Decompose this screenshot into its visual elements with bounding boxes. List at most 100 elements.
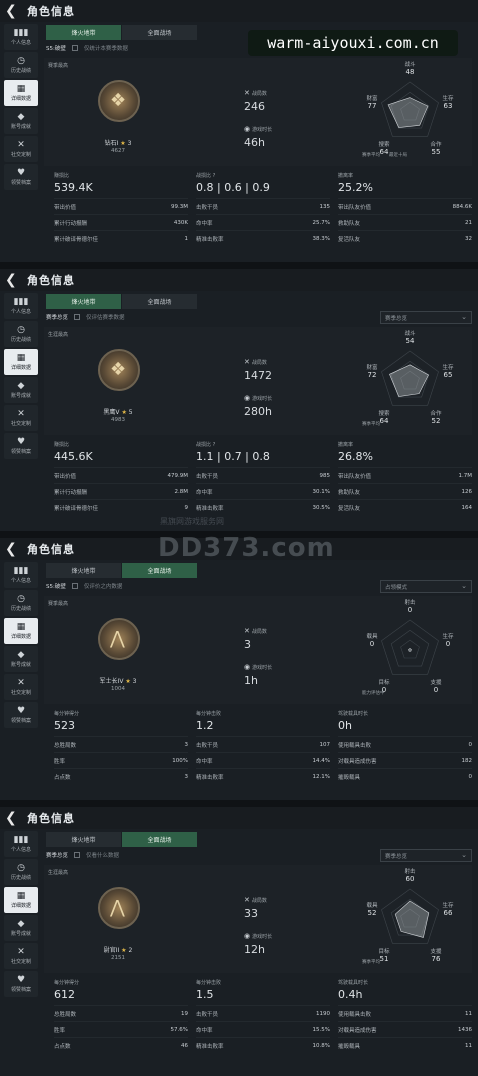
sidebar-item-2[interactable]: ▦ 详细数据: [4, 887, 38, 913]
column-header: 撤离率: [338, 442, 354, 448]
sidebar-item-1[interactable]: ◷ 历史战绩: [4, 52, 38, 78]
stat1-value: 3: [244, 638, 251, 651]
sidebar-item-5[interactable]: ♥ 领赞档案: [4, 971, 38, 997]
radar-value-right: 63: [444, 102, 453, 110]
stat-row: 精准击败率 38.3%: [196, 230, 330, 246]
sidebar-item-1[interactable]: ◷ 历史战绩: [4, 321, 38, 347]
rank-name-row: 钻石I ★ 3: [78, 138, 158, 147]
stat-row-value: 0: [468, 773, 473, 780]
tab-0[interactable]: 烽火地带: [46, 294, 121, 309]
sidebar-item-4[interactable]: ✕ 社交定制: [4, 943, 38, 969]
season-dropdown[interactable]: 赛季总览 ⌄: [380, 311, 472, 324]
sidebar-item-5[interactable]: ♥ 领赞档案: [4, 164, 38, 190]
sidebar-icon: ✕: [17, 947, 25, 957]
stat-row: 占点数 46: [54, 1037, 188, 1053]
tab-1[interactable]: 全面战场: [122, 832, 197, 847]
stat-row-value: 11: [465, 1010, 472, 1017]
career-label: 赛季最高: [48, 63, 69, 69]
sidebar-item-0[interactable]: ▮▮▮ 个人信息: [4, 293, 38, 319]
rank-name: 钻石I: [104, 140, 119, 147]
back-arrow-icon[interactable]: ❮: [5, 3, 21, 19]
rank-stars: 5: [128, 409, 133, 416]
tab-1[interactable]: 全面战场: [122, 294, 197, 309]
filter-checkbox[interactable]: [71, 583, 78, 589]
tab-0[interactable]: 烽火地带: [46, 832, 121, 847]
sidebar: ▮▮▮ 个人信息 ◷ 历史战绩 ▦ 详细数据 ◆ 账号成就 ✕ 社交定制 ♥ 领赞档案: [4, 562, 38, 728]
sidebar-icon: ▦: [16, 891, 26, 901]
sidebar-icon: ◷: [17, 56, 25, 66]
tab-0[interactable]: 烽火地带: [46, 25, 121, 40]
sidebar-item-label: 领赞档案: [10, 718, 31, 724]
rank-emblem-icon: ❖: [98, 80, 140, 122]
stat1-value: 1472: [244, 369, 272, 382]
sidebar-icon: ♥: [16, 437, 26, 447]
stat-row-label: 使用载具击败: [338, 1011, 372, 1018]
column-header: 赚损比: [54, 442, 70, 448]
filter-checkbox[interactable]: [74, 314, 81, 320]
stat-row: 使用载具击败 0: [338, 736, 472, 752]
stat-row: 带出价值 99.3M: [54, 198, 188, 214]
sidebar-icon: ◆: [17, 650, 25, 660]
stat-row: 使用载具击败 11: [338, 1005, 472, 1021]
sidebar-item-2[interactable]: ▦ 详细数据: [4, 618, 38, 644]
season-dropdown[interactable]: 赛季总览 ⌄: [380, 849, 472, 862]
stat-row-value: 884.6K: [452, 203, 472, 210]
sidebar-item-1[interactable]: ◷ 历史战绩: [4, 590, 38, 616]
stat-row-value: 126: [461, 488, 473, 495]
sidebar-icon: ✕: [17, 140, 25, 150]
stat-row: 救助队友 21: [338, 214, 472, 230]
tab-0[interactable]: 烽火地带: [46, 563, 121, 578]
back-arrow-icon[interactable]: ❮: [5, 272, 21, 288]
clock-icon: ◉: [244, 932, 251, 940]
season-filter-row: 赛季总览 仅评估赛季数据: [46, 313, 125, 321]
stat-row-value: 38.3%: [312, 235, 330, 242]
sidebar-item-2[interactable]: ▦ 详细数据: [4, 80, 38, 106]
radar-value-left: 0: [370, 640, 374, 648]
stat-row: 命中率 14.4%: [196, 752, 330, 768]
stat-row-label: 对载具造成伤害: [338, 758, 377, 765]
stat1-label: 战局数: [251, 898, 267, 904]
column-value: 1.2: [196, 719, 214, 732]
radar-legend: 赛季平均 最近十局: [362, 153, 407, 158]
stats-column: 每分钟击败 1.5 击败干员 1190 命中率 15.5% 精准击败率 10.8%: [196, 979, 330, 1053]
stat-row: 精准击败率 10.8%: [196, 1037, 330, 1053]
tab-1[interactable]: 全面战场: [122, 25, 197, 40]
radar-label-top: 战斗: [404, 60, 416, 68]
sidebar-item-5[interactable]: ♥ 领赞档案: [4, 433, 38, 459]
radar-value-bottom_right: 52: [432, 417, 441, 425]
sidebar-item-0[interactable]: ▮▮▮ 个人信息: [4, 24, 38, 50]
season-label: 赛季总览: [46, 315, 69, 321]
stat-row-label: 累计破译骨德尔佳: [54, 505, 99, 512]
sidebar-item-1[interactable]: ◷ 历史战绩: [4, 859, 38, 885]
filter-checkbox[interactable]: [74, 852, 81, 858]
stats-grid: 每分钟得分 612 总胜局数 19 胜率 57.6% 占点数 46 每分钟击败 1.5 击败干员 11…: [54, 979, 472, 1053]
page-title: 角色信息: [27, 5, 75, 18]
sidebar-item-5[interactable]: ♥ 领赞档案: [4, 702, 38, 728]
stat2-block: ◉ 游戏时长 46h: [244, 116, 272, 149]
sidebar-item-0[interactable]: ▮▮▮ 个人信息: [4, 562, 38, 588]
stat-row-label: 复活队友: [338, 505, 361, 512]
star-icon: ★: [123, 678, 133, 685]
radar-label-left: 财富: [366, 94, 378, 102]
sidebar-item-0[interactable]: ▮▮▮ 个人信息: [4, 831, 38, 857]
stats-column: 赚损比 539.4K 带出价值 99.3M 累计行动报酬 430K 累计破译骨德尔佳 1: [54, 172, 188, 246]
season-dropdown[interactable]: 占领模式 ⌄: [380, 580, 472, 593]
radar-value-left: 72: [368, 371, 377, 379]
radar-label-bottom_right: 合作: [430, 140, 442, 148]
sidebar-item-3[interactable]: ◆ 账号成就: [4, 915, 38, 941]
sidebar-item-4[interactable]: ✕ 社交定制: [4, 674, 38, 700]
sidebar-item-3[interactable]: ◆ 账号成就: [4, 646, 38, 672]
stat-row-value: 30.5%: [312, 504, 330, 511]
column-value: 523: [54, 719, 75, 732]
career-label: 生涯最高: [48, 332, 69, 338]
back-arrow-icon[interactable]: ❮: [5, 541, 21, 557]
back-arrow-icon[interactable]: ❮: [5, 810, 21, 826]
filter-checkbox[interactable]: [71, 45, 78, 51]
sidebar-item-4[interactable]: ✕ 社交定制: [4, 405, 38, 431]
tab-1[interactable]: 全面战场: [122, 563, 197, 578]
sidebar-item-4[interactable]: ✕ 社交定制: [4, 136, 38, 162]
sidebar-item-3[interactable]: ◆ 账号成就: [4, 108, 38, 134]
sidebar-item-2[interactable]: ▦ 详细数据: [4, 349, 38, 375]
stat-row-value: 1190: [316, 1010, 330, 1017]
sidebar-item-3[interactable]: ◆ 账号成就: [4, 377, 38, 403]
